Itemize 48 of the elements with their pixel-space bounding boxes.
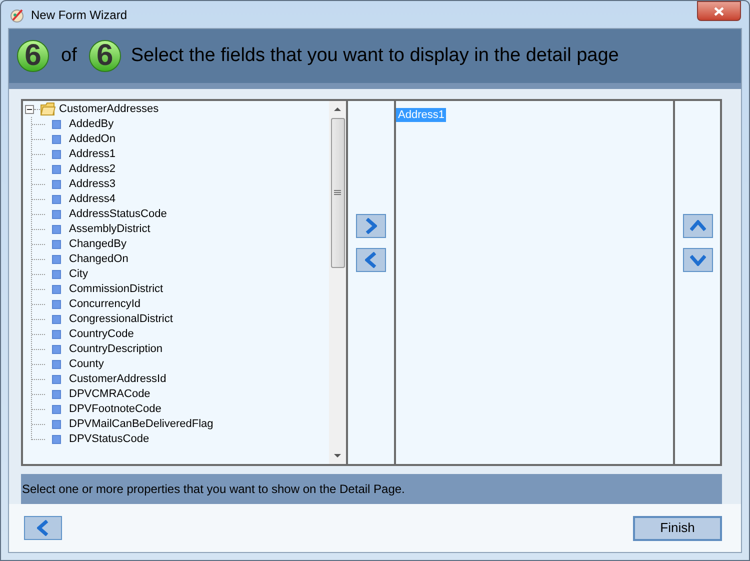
chevron-left-icon	[365, 252, 377, 268]
collapse-icon[interactable]	[25, 104, 34, 114]
tree-item[interactable]: ChangedBy	[69, 236, 126, 253]
tree-item[interactable]: ChangedOn	[69, 251, 128, 268]
tree-item[interactable]: AssemblyDistrict	[69, 221, 150, 238]
tree-item[interactable]: DPVFootnoteCode	[69, 401, 162, 418]
tree-item[interactable]: DPVCMRACode	[69, 386, 150, 403]
tree-item[interactable]: ConcurrencyId	[69, 296, 141, 313]
folder-icon	[40, 102, 56, 116]
step-number: 6	[17, 40, 49, 72]
tree-item[interactable]: CommissionDistrict	[69, 281, 164, 298]
add-button[interactable]	[356, 214, 386, 238]
tree-item[interactable]: CustomerAddressId	[69, 371, 166, 388]
back-button[interactable]	[24, 516, 62, 540]
chevron-right-icon	[365, 218, 377, 234]
step-title: Select the fields that you want to display in the detail page	[130, 44, 619, 68]
tree-item[interactable]: AddedOn	[69, 131, 116, 148]
chevron-down-icon	[690, 254, 706, 266]
tree-item[interactable]: Address2	[69, 161, 116, 178]
tree-item[interactable]: Address3	[69, 176, 116, 193]
close-icon	[714, 6, 724, 16]
chevron-left-icon	[37, 520, 49, 536]
tree-item[interactable]: Address4	[69, 191, 116, 208]
tree-item[interactable]: City	[69, 266, 88, 283]
tree-item[interactable]: DPVMailCanBeDeliveredFlag	[69, 416, 214, 433]
tree-item[interactable]: CountryCode	[69, 326, 134, 343]
scroll-thumb[interactable]	[330, 118, 344, 268]
tree-item[interactable]: AddedBy	[69, 116, 114, 133]
tree-item[interactable]: County	[69, 356, 104, 373]
tree-item[interactable]: CountryDescription	[69, 341, 163, 358]
tree-item[interactable]: CongressionalDistrict	[69, 311, 173, 328]
finish-button[interactable]: Finish	[633, 516, 722, 540]
tree-item[interactable]: CustomerAddresses	[59, 101, 159, 118]
grip-icon	[334, 190, 341, 196]
remove-button[interactable]	[356, 248, 386, 272]
step-total: 6	[88, 40, 121, 72]
close-button[interactable]	[697, 1, 741, 21]
window-title: New Form Wizard	[31, 6, 128, 24]
move-down-button[interactable]	[682, 248, 712, 272]
status-bar: Select one or more properties that you want to show on the Detail Page.	[21, 474, 722, 504]
move-up-button[interactable]	[682, 214, 712, 238]
chevron-up-icon	[690, 220, 706, 232]
tree-item[interactable]: AddressStatusCode	[69, 206, 167, 223]
step-of-text: of	[61, 44, 77, 68]
scrollbar[interactable]	[329, 101, 346, 464]
tree-item[interactable]: DPVStatusCode	[69, 431, 150, 448]
tree-item[interactable]: Address1	[69, 146, 116, 163]
app-icon	[9, 6, 25, 22]
